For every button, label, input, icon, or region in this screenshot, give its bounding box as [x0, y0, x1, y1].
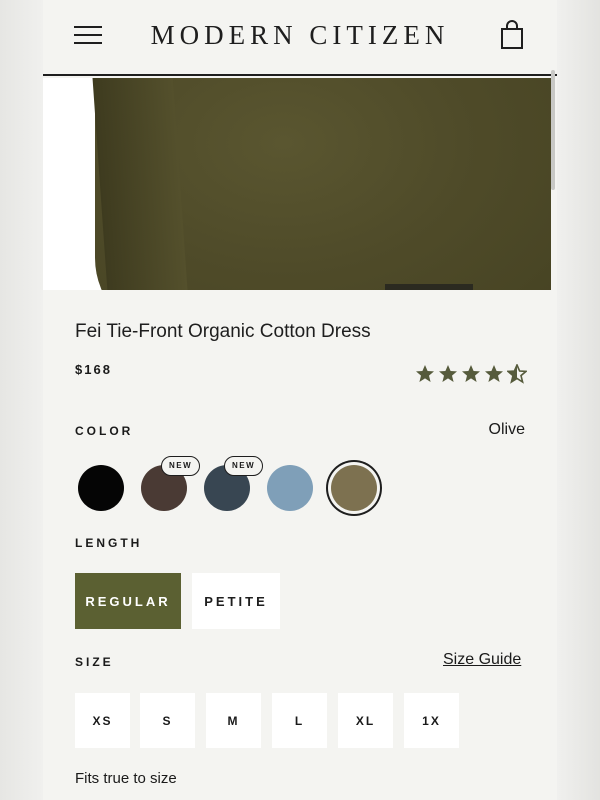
new-badge: NEW — [161, 456, 201, 476]
length-petite-button[interactable]: PETITE — [192, 573, 280, 629]
background-right — [557, 0, 600, 800]
product-title: Fei Tie-Front Organic Cotton Dress — [75, 321, 371, 342]
product-price: $168 — [75, 362, 112, 377]
size-m-button[interactable]: M — [206, 693, 261, 748]
product-image[interactable] — [43, 78, 551, 290]
size-xs-button[interactable]: XS — [75, 693, 130, 748]
length-regular-button[interactable]: REGULAR — [75, 573, 181, 629]
size-l-button[interactable]: L — [272, 693, 327, 748]
size-label: SIZE — [75, 655, 114, 669]
size-s-button[interactable]: S — [140, 693, 195, 748]
half-star-icon — [507, 364, 527, 384]
color-swatch-black[interactable] — [78, 465, 124, 511]
scrollbar[interactable] — [551, 70, 555, 190]
image-caption-strip — [385, 284, 473, 290]
color-swatch-light-blue[interactable] — [267, 465, 313, 511]
length-label: LENGTH — [75, 536, 143, 550]
star-icon — [439, 365, 457, 382]
star-icon — [416, 365, 434, 382]
brand-logo[interactable]: MODERN CITIZEN — [43, 20, 557, 51]
fit-note: Fits true to size — [75, 770, 177, 787]
site-header: MODERN CITIZEN — [43, 0, 557, 76]
star-icon — [462, 365, 480, 382]
size-xl-button[interactable]: XL — [338, 693, 393, 748]
selected-color-name: Olive — [488, 421, 525, 438]
background-left — [0, 0, 43, 800]
shopping-bag-icon[interactable] — [499, 20, 525, 50]
size-guide-link[interactable]: Size Guide — [443, 651, 521, 669]
new-badge: NEW — [224, 456, 264, 476]
star-icon — [485, 365, 503, 382]
color-label: COLOR — [75, 424, 134, 438]
size-1x-button[interactable]: 1X — [404, 693, 459, 748]
rating-stars[interactable] — [415, 364, 527, 384]
color-swatch-olive[interactable] — [331, 465, 377, 511]
phone-screen: MODERN CITIZEN Fei Tie-Front Organic Cot… — [43, 0, 557, 800]
